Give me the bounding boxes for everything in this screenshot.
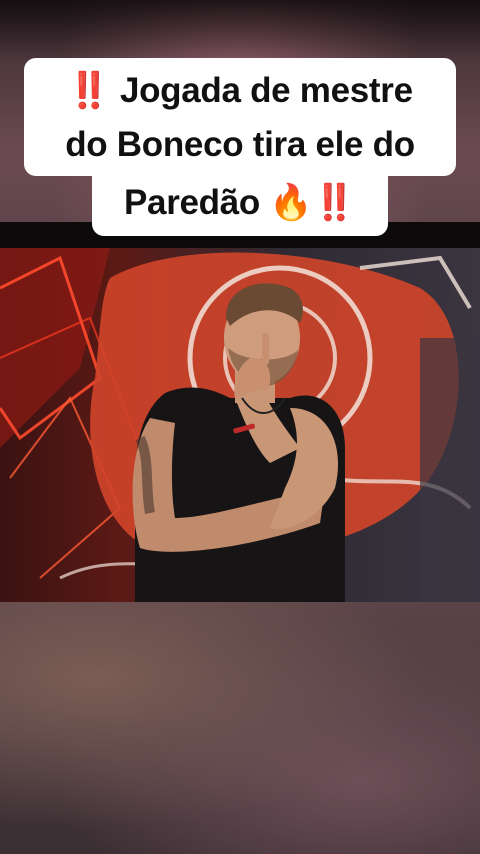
caption-line-2: do Boneco tira ele do [24, 118, 456, 176]
caption-line-1: ‼️ Jogada de mestre [24, 58, 456, 118]
video-screen[interactable]: ‼️ Jogada de mestre do Boneco tira ele d… [0, 0, 480, 854]
caption-line-1-text: Jogada de mestre [119, 71, 413, 110]
caption-line-3: Paredão 🔥‼️ [92, 172, 388, 236]
video-scene-illustration [0, 248, 480, 602]
video-frame[interactable] [0, 248, 480, 602]
blurred-background-bottom [0, 602, 480, 854]
double-exclamation-icon: ‼️ [67, 71, 111, 110]
top-gradient [0, 0, 480, 60]
